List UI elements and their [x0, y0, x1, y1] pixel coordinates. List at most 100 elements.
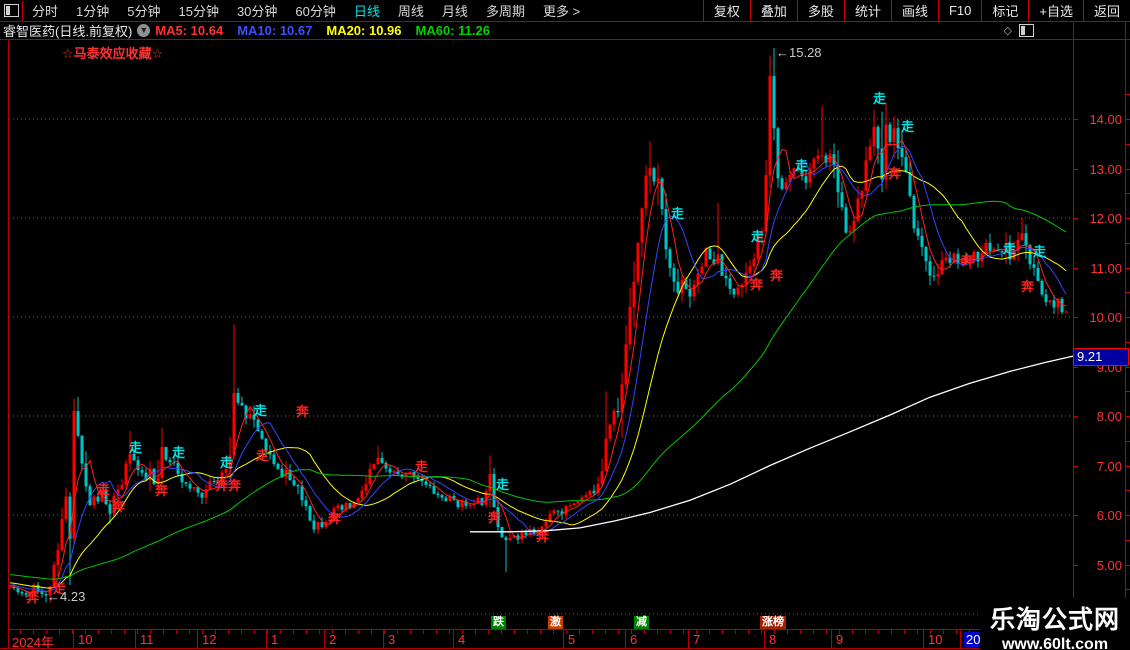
- candle-body: [820, 155, 824, 157]
- flag-badge-2: 减: [634, 616, 649, 629]
- candle-body: [816, 155, 820, 159]
- candle-body: [128, 453, 132, 464]
- ma5-line: [9, 139, 1067, 593]
- candle-body: [1032, 264, 1036, 268]
- candle-body: [188, 483, 192, 489]
- candle-body: [876, 126, 880, 149]
- candle-body: [984, 242, 988, 254]
- month-tick: [73, 629, 74, 648]
- month-tick: [625, 629, 626, 648]
- flag-badge-1: 激: [548, 616, 563, 629]
- chart-border-left: [8, 40, 9, 648]
- rail-tick: [1126, 366, 1130, 368]
- candle-body: [340, 505, 344, 510]
- month-tick: [923, 629, 924, 648]
- candle-body: [356, 498, 360, 503]
- candle-body: [904, 157, 908, 173]
- candle-body: [864, 160, 868, 191]
- candle-body: [248, 414, 252, 419]
- month-tick: [831, 629, 832, 648]
- candle-body: [656, 178, 660, 182]
- candle-body: [668, 249, 672, 268]
- candle-body: [184, 482, 188, 484]
- signal-ben-12: 奔: [296, 404, 310, 419]
- signal-zou-2: 走: [97, 482, 111, 497]
- month-label-7: 4: [458, 632, 466, 647]
- candle-body: [988, 242, 992, 252]
- candle-body: [768, 76, 772, 176]
- candle-body: [920, 235, 924, 247]
- candle-body: [724, 275, 728, 279]
- month-tick: [453, 629, 454, 648]
- month-label-6: 3: [388, 632, 396, 647]
- candle-body: [936, 274, 940, 277]
- y-tick: [1073, 465, 1078, 467]
- candle-body: [260, 430, 264, 439]
- candle-body: [916, 228, 920, 236]
- candle-body: [1024, 233, 1028, 246]
- candle-body: [664, 209, 668, 250]
- candle-body: [776, 128, 780, 179]
- flag-badge-3: 涨榜: [760, 616, 786, 629]
- candle-body: [424, 481, 428, 485]
- candle-body: [292, 480, 296, 486]
- signal-ben-24: 奔: [888, 166, 902, 181]
- candle-body: [320, 522, 324, 528]
- candle-body: [588, 490, 592, 496]
- candle-body: [1052, 300, 1056, 308]
- signal-ben-3: 奔: [112, 499, 126, 514]
- price-annotation-1: ←4.23: [47, 589, 86, 604]
- candle-body: [1040, 280, 1044, 295]
- rail-tick: [1126, 292, 1130, 294]
- month-label-0: 2024年: [12, 635, 54, 650]
- y-tick: [1073, 168, 1078, 170]
- candle-body: [64, 496, 68, 520]
- axis-rail[interactable]: [1125, 22, 1126, 650]
- signal-zou-23: 走: [873, 91, 887, 106]
- candle-body: [772, 76, 776, 129]
- formula-label[interactable]: ☆马泰效应收藏☆: [62, 43, 163, 62]
- candle-body: [628, 307, 632, 345]
- ma10-line: [9, 145, 1067, 592]
- candle-body: [748, 266, 752, 273]
- candle-body: [136, 460, 140, 471]
- signal-ben-17: 奔: [536, 529, 550, 544]
- y-tick: [1073, 218, 1078, 219]
- candle-body: [544, 521, 548, 527]
- y-tick: [1073, 119, 1078, 120]
- candle-body: [944, 257, 948, 261]
- candle-body: [636, 242, 640, 282]
- y-label-5: 5.00: [1096, 557, 1122, 573]
- rail-tick: [1126, 168, 1130, 170]
- candle-body: [272, 454, 276, 464]
- rail-tick: [1126, 193, 1130, 195]
- month-tick: [324, 629, 325, 648]
- signal-ben-20: 奔: [750, 277, 764, 292]
- candle-body: [780, 178, 784, 190]
- candle-body: [80, 435, 84, 464]
- signal-ben-16: 奔: [488, 510, 502, 525]
- rail-tick: [1126, 341, 1130, 343]
- month-label-8: 5: [568, 632, 576, 647]
- candle-body: [1020, 233, 1024, 240]
- month-tick: [688, 629, 689, 648]
- signal-ben-29: 奔: [1021, 279, 1035, 294]
- candle-body: [232, 392, 236, 456]
- candle-body: [60, 519, 64, 551]
- candle-body: [200, 492, 204, 498]
- rail-tick: [1126, 94, 1130, 96]
- candle-body: [428, 484, 432, 486]
- signal-zou-25: 走: [901, 119, 915, 134]
- candle-body: [488, 473, 492, 492]
- candle-body: [556, 510, 560, 512]
- candle-body: [304, 500, 308, 507]
- candle-body: [888, 124, 892, 142]
- rail-tick: [1126, 589, 1130, 591]
- candle-body: [648, 168, 652, 176]
- ma20-line: [9, 165, 1067, 589]
- candle-body: [92, 496, 96, 506]
- candle-body: [688, 288, 692, 297]
- candle-body: [236, 392, 240, 403]
- candle-body: [848, 231, 852, 233]
- y-label-13: 13.00: [1089, 161, 1122, 177]
